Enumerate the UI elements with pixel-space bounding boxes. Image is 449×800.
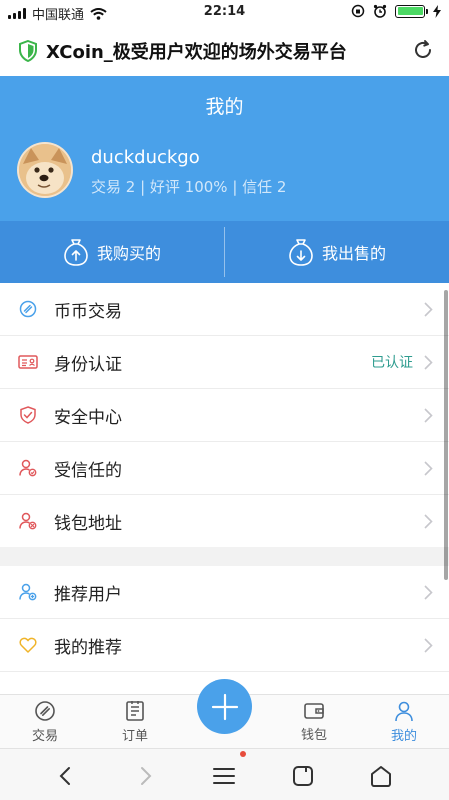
- verified-badge: 已认证: [371, 355, 413, 371]
- user-stats: 交易 2 | 好评 100% | 信任 2: [91, 178, 287, 196]
- menu-item-security-center[interactable]: 安全中心: [0, 389, 449, 442]
- browser-title-bar: XCoin_极受用户欢迎的场外交易平台: [0, 26, 449, 76]
- section-separator: [0, 547, 449, 566]
- profile-icon: [395, 701, 413, 722]
- menu-button[interactable]: [211, 763, 237, 789]
- home-button[interactable]: [368, 763, 394, 789]
- menu-item-my-referrals[interactable]: 我的推荐: [0, 619, 449, 672]
- menu-label: 推荐用户: [54, 584, 122, 605]
- scrollbar[interactable]: [444, 290, 448, 580]
- home-icon: [371, 766, 391, 787]
- menu-label: 我的推荐: [54, 637, 122, 658]
- username: duckduckgo: [91, 147, 200, 168]
- coin-exchange-icon: [18, 299, 38, 319]
- order-action-bar: 我购买的 我出售的: [0, 221, 449, 283]
- wallet-icon: [304, 703, 324, 719]
- page-url-title: XCoin_极受用户欢迎的场外交易平台: [46, 42, 347, 63]
- rotation-lock-icon: [351, 4, 365, 18]
- charging-icon: [433, 4, 441, 18]
- refresh-icon[interactable]: [411, 38, 435, 62]
- money-bag-down-icon: [289, 239, 313, 266]
- tab-orders[interactable]: 订单: [95, 695, 175, 749]
- menu-group-referral: 推荐用户 我的推荐: [0, 566, 449, 672]
- chevron-right-icon: [424, 638, 433, 653]
- chevron-right-icon: [424, 461, 433, 476]
- forward-icon: [141, 767, 152, 785]
- menu-item-recommend-users[interactable]: 推荐用户: [0, 566, 449, 619]
- menu-item-coin-exchange[interactable]: 币币交易: [0, 283, 449, 336]
- shield-check-icon: [18, 405, 38, 425]
- menu-item-wallet-address[interactable]: 钱包地址: [0, 495, 449, 548]
- doge-avatar-icon: [19, 144, 71, 196]
- avatar[interactable]: [17, 142, 73, 198]
- chevron-right-icon: [424, 408, 433, 423]
- menu-label: 受信任的: [54, 460, 122, 481]
- tab-me[interactable]: 我的: [364, 695, 444, 749]
- tab-trade[interactable]: 交易: [5, 695, 85, 749]
- tab-wallet[interactable]: 钱包: [274, 695, 354, 749]
- wallet-user-icon: [18, 511, 38, 531]
- chevron-right-icon: [424, 355, 433, 370]
- alarm-icon: [373, 4, 387, 18]
- id-card-icon: [18, 352, 38, 372]
- menu-group-account: 币币交易 身份认证 已认证 安全中心 受信任的 钱包地址: [0, 283, 449, 548]
- menu-item-identity-verification[interactable]: 身份认证 已认证: [0, 336, 449, 389]
- menu-label: 身份认证: [54, 354, 122, 375]
- hamburger-menu-icon: [213, 768, 235, 784]
- page-title: 我的: [205, 96, 244, 118]
- my-sales-button[interactable]: 我出售的: [225, 221, 449, 283]
- secure-shield-icon: [19, 40, 37, 62]
- chevron-right-icon: [424, 514, 433, 529]
- battery-icon: [395, 4, 428, 18]
- back-icon: [59, 767, 70, 785]
- order-icon: [126, 701, 144, 721]
- notification-dot: [240, 751, 246, 757]
- tab-label: 订单: [121, 729, 148, 744]
- tab-label: 我的: [390, 729, 417, 744]
- my-purchases-label: 我购买的: [96, 244, 161, 263]
- menu-label: 安全中心: [54, 407, 122, 428]
- money-bag-up-icon: [64, 239, 88, 266]
- status-bar: 中国联通 22:14: [0, 0, 449, 26]
- forward-button[interactable]: [133, 763, 159, 789]
- heart-icon: [18, 635, 38, 655]
- chevron-right-icon: [424, 302, 433, 317]
- menu-label: 钱包地址: [54, 513, 122, 534]
- trusted-user-icon: [18, 458, 38, 478]
- tab-label: 钱包: [300, 728, 327, 743]
- menu-label: 币币交易: [54, 301, 122, 322]
- my-purchases-button[interactable]: 我购买的: [0, 221, 224, 283]
- menu-item-trusted[interactable]: 受信任的: [0, 442, 449, 495]
- tab-label: 交易: [31, 729, 58, 744]
- add-button[interactable]: [197, 679, 252, 734]
- profile-header: 我的 duckduckgo 交易 2 | 好评 100% | 信任 2: [0, 76, 449, 221]
- my-sales-label: 我出售的: [321, 244, 386, 263]
- back-button[interactable]: [52, 763, 78, 789]
- plus-icon: [211, 693, 238, 720]
- trade-icon: [35, 701, 55, 721]
- recommend-user-icon: [18, 582, 38, 602]
- tabs-icon: [293, 766, 313, 786]
- browser-nav-bar: [0, 748, 449, 800]
- chevron-right-icon: [424, 585, 433, 600]
- tabs-button[interactable]: [290, 763, 316, 789]
